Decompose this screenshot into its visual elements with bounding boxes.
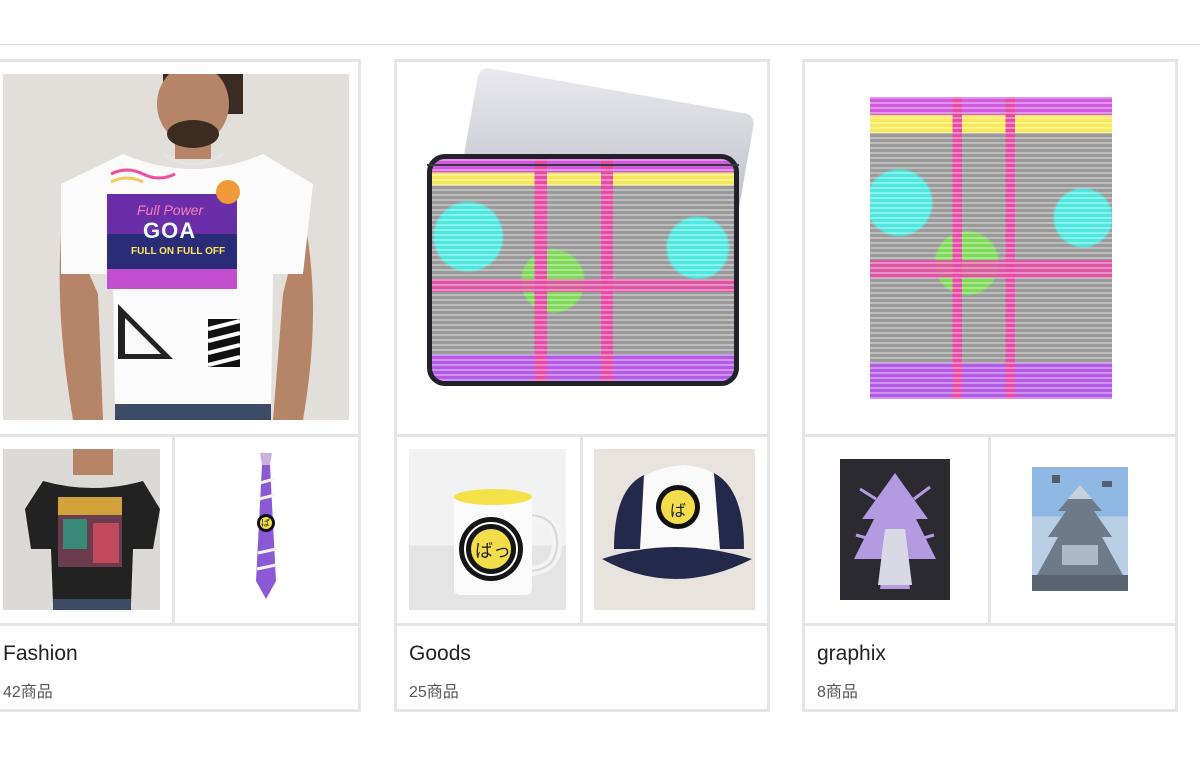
- thumbnail-row: ば: [0, 437, 358, 626]
- collection-title[interactable]: Goods: [409, 642, 471, 666]
- collection-info: Fashion 42商品: [0, 626, 358, 709]
- hero-image[interactable]: [805, 62, 1175, 437]
- collection-item-count: 8商品: [817, 684, 858, 701]
- cap-print-text: ば: [670, 503, 687, 520]
- collection-info: Goods 25商品: [397, 626, 767, 709]
- dark-poster-image: [840, 459, 950, 600]
- necktie-image: ば: [254, 453, 278, 603]
- print-text-full-on-full-off: FULL ON FULL OFF: [131, 246, 226, 257]
- thumbnail-trucker-cap[interactable]: ば: [580, 437, 767, 623]
- tshirt-model-photo: Full Power GOA FULL ON FULL OFF: [3, 74, 349, 420]
- print-text-goa: GOA: [143, 218, 197, 243]
- collection-title[interactable]: Fashion: [3, 642, 78, 666]
- mug-print-text: ばっ: [475, 541, 511, 561]
- collection-card-goods[interactable]: ばっ ば Goods 25商品: [394, 59, 770, 712]
- castle-photo-image: [1032, 467, 1128, 591]
- collection-card-fashion[interactable]: Full Power GOA FULL ON FULL OFF ば Fashio…: [0, 59, 361, 712]
- necktie-print-text: ば: [261, 518, 271, 528]
- header-divider: [0, 44, 1200, 45]
- collection-title[interactable]: graphix: [817, 642, 886, 666]
- trucker-cap-photo: ば: [594, 449, 755, 610]
- thumbnail-dark-poster[interactable]: [805, 437, 991, 623]
- thumbnail-mug[interactable]: ばっ: [397, 437, 583, 623]
- thumbnail-row: [805, 437, 1175, 626]
- thumbnail-black-t-shirt[interactable]: [0, 437, 175, 623]
- collection-item-count: 25商品: [409, 684, 459, 701]
- hero-image[interactable]: Full Power GOA FULL ON FULL OFF: [0, 62, 358, 437]
- collection-card-graphix[interactable]: graphix 8商品: [802, 59, 1178, 712]
- thumbnail-castle-photo-print[interactable]: [988, 437, 1175, 623]
- thumbnail-row: ばっ ば: [397, 437, 767, 626]
- print-text-full-power: Full Power: [137, 202, 204, 218]
- hero-image[interactable]: [397, 62, 767, 437]
- sleeve-zipper: [427, 164, 739, 166]
- collection-item-count: 42商品: [3, 684, 53, 701]
- black-t-shirt-photo: [3, 449, 160, 610]
- thumbnail-necktie[interactable]: ば: [172, 437, 358, 623]
- collection-info: graphix 8商品: [805, 626, 1175, 709]
- laptop-sleeve-image: [427, 154, 739, 386]
- glitch-poster-image: [870, 97, 1112, 399]
- mug-photo: ばっ: [409, 449, 566, 610]
